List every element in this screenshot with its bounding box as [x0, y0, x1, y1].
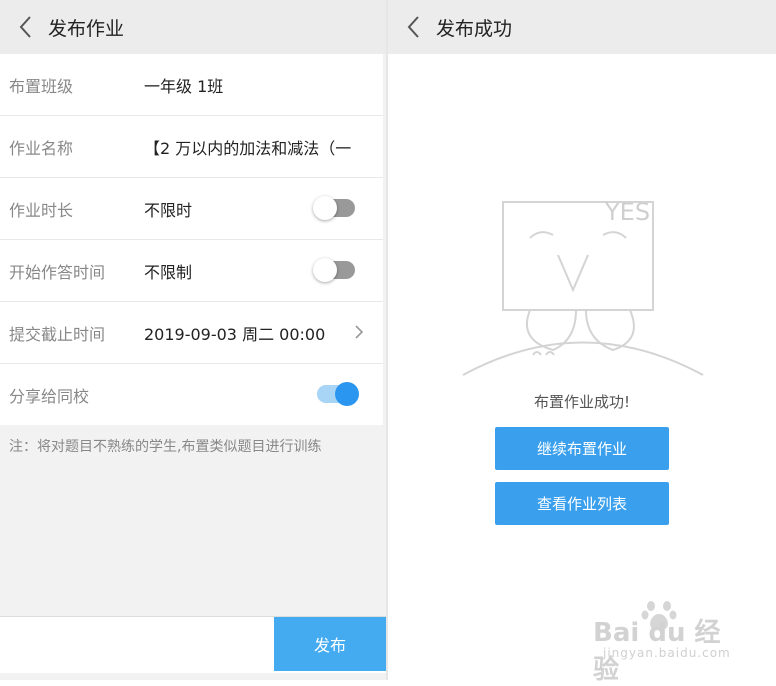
row-label: 分享给同校	[9, 386, 90, 406]
continue-assign-button[interactable]: 继续布置作业	[495, 427, 669, 470]
watermark: Bai du 经验 jingyan.baidu.com	[593, 598, 743, 685]
success-illustration-icon: YES	[462, 198, 704, 376]
success-message: 布置作业成功!	[533, 393, 630, 411]
row-label: 开始作答时间	[9, 262, 106, 282]
toggle-knob	[335, 382, 359, 406]
row-value: 一年级 1班	[144, 76, 224, 96]
start-time-toggle[interactable]	[313, 258, 355, 282]
share-toggle[interactable]	[317, 382, 359, 406]
row-value: 2019-09-03 周二 00:00	[144, 324, 326, 344]
row-label: 布置班级	[9, 76, 74, 96]
page-title: 发布成功	[436, 17, 513, 40]
homework-form: 布置班级 一年级 1班 作业名称 【2 万以内的加法和减法（一 作业时长 不限时…	[0, 54, 383, 425]
bottom-bar: 发布	[0, 616, 386, 673]
publish-success-panel: 发布成功 YES 布置作业成功! 继续布置作业 查看作业列表 Bai du 经验…	[388, 0, 776, 685]
row-label: 作业名称	[9, 138, 74, 158]
publish-button[interactable]: 发布	[274, 617, 386, 671]
back-arrow-icon[interactable]	[400, 12, 430, 42]
row-class[interactable]: 布置班级 一年级 1班	[0, 54, 383, 116]
row-label: 作业时长	[9, 200, 74, 220]
back-arrow-icon[interactable]	[12, 12, 42, 42]
row-label: 提交截止时间	[9, 324, 106, 344]
publish-homework-panel: 发布作业 布置班级 一年级 1班 作业名称 【2 万以内的加法和减法（一 作业时…	[0, 0, 386, 680]
illustration-yes-text: YES	[604, 198, 650, 226]
row-start-time: 开始作答时间 不限制	[0, 240, 383, 302]
header-bar: 发布作业	[0, 0, 386, 54]
toggle-knob	[313, 258, 337, 282]
view-homework-list-button[interactable]: 查看作业列表	[495, 482, 669, 525]
toggle-knob	[313, 196, 337, 220]
row-share: 分享给同校	[0, 364, 383, 425]
watermark-url: jingyan.baidu.com	[603, 646, 731, 660]
row-value: 【2 万以内的加法和减法（一	[144, 138, 352, 158]
header-bar: 发布成功	[388, 0, 776, 54]
row-deadline[interactable]: 提交截止时间 2019-09-03 周二 00:00	[0, 302, 383, 364]
duration-toggle[interactable]	[313, 196, 355, 220]
page-title: 发布作业	[48, 17, 125, 40]
row-homework-name[interactable]: 作业名称 【2 万以内的加法和减法（一	[0, 116, 383, 178]
chevron-right-icon	[355, 325, 364, 339]
row-duration: 作业时长 不限时	[0, 178, 383, 240]
note-text: 注：将对题目不熟练的学生,布置类似题目进行训练	[9, 439, 322, 455]
